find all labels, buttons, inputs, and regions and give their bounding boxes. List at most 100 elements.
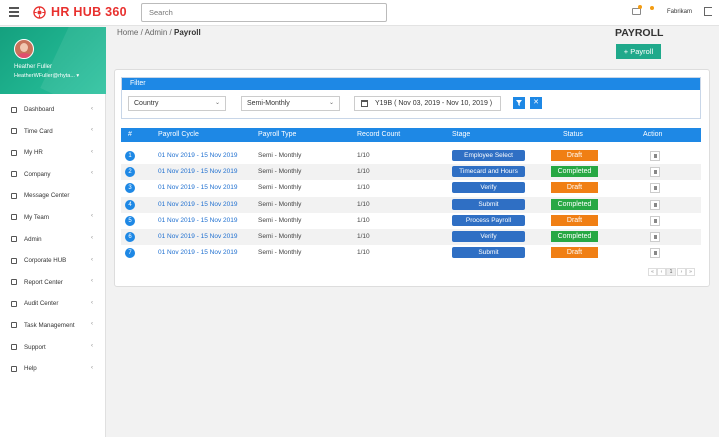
sidebar-nav: Dashboard ‹ Time Card ‹ My HR ‹ Company ‹ Me… <box>0 99 105 380</box>
sidebar: Heather Fuller HeatherWFuller@rhyta... ▾… <box>0 27 106 437</box>
period-select[interactable]: Semi-Monthly ⌄ <box>241 96 340 111</box>
sidebar-item-label: My HR <box>24 149 43 157</box>
sidebar-item-label: Company <box>24 170 51 178</box>
breadcrumb-separator: / <box>169 28 172 37</box>
column-header-status[interactable]: Status <box>563 128 583 142</box>
avatar[interactable] <box>14 39 34 59</box>
sidebar-item-label: Report Center <box>24 278 63 286</box>
chevron-left-icon: ‹ <box>91 148 93 155</box>
help-icon <box>11 365 17 372</box>
breadcrumb-admin[interactable]: Admin <box>145 28 168 37</box>
stage-button[interactable]: Process Payroll <box>452 214 525 226</box>
date-range-input[interactable]: Y19B ( Nov 03, 2019 - Nov 10, 2019 ) <box>354 96 501 111</box>
sidebar-item-label: My Team <box>24 213 49 221</box>
sidebar-item-label: Message Center <box>24 192 70 200</box>
filter-title: Filter <box>122 78 700 90</box>
payroll-cycle-link[interactable]: 01 Nov 2019 - 15 Nov 2019 <box>158 217 238 224</box>
sidebar-item-label: Task Management <box>24 321 75 329</box>
chevron-left-icon: ‹ <box>91 299 93 306</box>
delete-icon[interactable] <box>650 183 660 194</box>
chevron-down-icon: ⌄ <box>214 100 220 106</box>
chevron-left-icon: ‹ <box>91 256 93 263</box>
sidebar-item-dashboard[interactable]: Dashboard ‹ <box>0 99 105 121</box>
sidebar-item-my-hr[interactable]: My HR ‹ <box>0 142 105 164</box>
building-icon <box>11 257 17 264</box>
row-number: 4 <box>125 199 135 210</box>
delete-icon[interactable] <box>650 248 660 259</box>
column-header-count[interactable]: Record Count <box>357 128 400 142</box>
sidebar-item-message-center[interactable]: Message Center <box>0 185 105 207</box>
table-row: 6 01 Nov 2019 - 15 Nov 2019 Semi - Month… <box>121 229 701 246</box>
payroll-cycle-link[interactable]: 01 Nov 2019 - 15 Nov 2019 <box>158 201 238 208</box>
sidebar-item-label: Help <box>24 365 37 373</box>
sidebar-item-label: Time Card <box>24 127 53 135</box>
stage-button[interactable]: Submit <box>452 198 525 210</box>
stage-button[interactable]: Timecard and Hours <box>452 166 525 178</box>
sidebar-item-company[interactable]: Company ‹ <box>0 164 105 186</box>
row-number: 1 <box>125 151 135 161</box>
pagination-current[interactable]: 1 <box>666 268 676 276</box>
stage-button[interactable]: Verify <box>452 231 525 242</box>
chevron-left-icon: ‹ <box>91 213 93 220</box>
payroll-cycle-link[interactable]: 01 Nov 2019 - 15 Nov 2019 <box>158 233 238 240</box>
chevron-left-icon: ‹ <box>91 364 93 371</box>
payroll-cycle-link[interactable]: 01 Nov 2019 - 15 Nov 2019 <box>158 152 238 159</box>
stage-button[interactable]: Employee Select <box>452 150 525 161</box>
record-count: 1/10 <box>357 152 370 159</box>
pagination-prev[interactable]: ‹ <box>657 268 666 276</box>
company-name[interactable]: Fabrikam <box>667 9 692 15</box>
country-select[interactable]: Country ⌄ <box>128 96 226 111</box>
profile-email-dropdown[interactable]: HeatherWFuller@rhyta... ▾ <box>14 73 79 79</box>
sidebar-item-label: Dashboard <box>24 106 55 113</box>
tasks-icon <box>11 322 17 329</box>
stage-button[interactable]: Verify <box>452 182 525 194</box>
chevron-left-icon: ‹ <box>91 170 93 177</box>
column-header-type[interactable]: Payroll Type <box>258 128 296 142</box>
row-number: 3 <box>125 183 135 194</box>
status-badge: Completed <box>551 166 598 178</box>
delete-icon[interactable] <box>650 151 660 161</box>
sidebar-item-report-center[interactable]: Report Center ‹ <box>0 272 105 294</box>
row-number: 2 <box>125 167 135 178</box>
column-header-action: Action <box>643 131 663 138</box>
apply-filter-button[interactable] <box>513 97 525 109</box>
payroll-cycle-link[interactable]: 01 Nov 2019 - 15 Nov 2019 <box>158 249 238 256</box>
delete-icon[interactable] <box>650 167 660 178</box>
sidebar-item-task-management[interactable]: Task Management ‹ <box>0 315 105 337</box>
search-input[interactable] <box>141 3 387 22</box>
table-row: 7 01 Nov 2019 - 15 Nov 2019 Semi - Month… <box>121 245 701 261</box>
column-header-number: # <box>128 131 132 138</box>
payroll-cycle-link[interactable]: 01 Nov 2019 - 15 Nov 2019 <box>158 168 238 175</box>
delete-icon[interactable] <box>650 199 660 210</box>
delete-icon[interactable] <box>650 232 660 242</box>
sidebar-item-admin[interactable]: Admin ‹ <box>0 229 105 251</box>
status-badge: Completed <box>551 231 598 242</box>
row-number: 7 <box>125 248 135 259</box>
hamburger-menu-icon[interactable] <box>9 7 19 17</box>
column-header-cycle[interactable]: Payroll Cycle <box>158 128 199 142</box>
pagination-last[interactable]: » <box>686 268 695 276</box>
stage-button[interactable]: Submit <box>452 247 525 259</box>
column-header-stage[interactable]: Stage <box>452 128 470 142</box>
breadcrumb-home[interactable]: Home <box>117 28 138 37</box>
sidebar-item-corporate-hub[interactable]: Corporate HUB ‹ <box>0 250 105 272</box>
status-badge: Draft <box>551 214 598 226</box>
chevron-left-icon: ‹ <box>91 127 93 134</box>
clear-filter-button[interactable]: ✕ <box>530 97 542 109</box>
support-icon <box>11 344 17 351</box>
delete-icon[interactable] <box>650 215 660 226</box>
history-icon <box>11 300 17 307</box>
notification-icon[interactable] <box>650 6 654 10</box>
message-icon[interactable] <box>632 8 641 15</box>
payroll-cycle-link[interactable]: 01 Nov 2019 - 15 Nov 2019 <box>158 184 238 191</box>
calendar-icon <box>11 128 17 135</box>
sidebar-item-time-card[interactable]: Time Card ‹ <box>0 121 105 143</box>
sidebar-item-my-team[interactable]: My Team ‹ <box>0 207 105 229</box>
pagination-first[interactable]: « <box>648 268 657 276</box>
sidebar-item-audit-center[interactable]: Audit Center ‹ <box>0 293 105 315</box>
add-payroll-button[interactable]: + Payroll <box>616 44 661 59</box>
pagination-next[interactable]: › <box>677 268 686 276</box>
sidebar-item-help[interactable]: Help ‹ <box>0 358 105 380</box>
logout-icon[interactable] <box>704 7 712 16</box>
sidebar-item-support[interactable]: Support ‹ <box>0 337 105 359</box>
